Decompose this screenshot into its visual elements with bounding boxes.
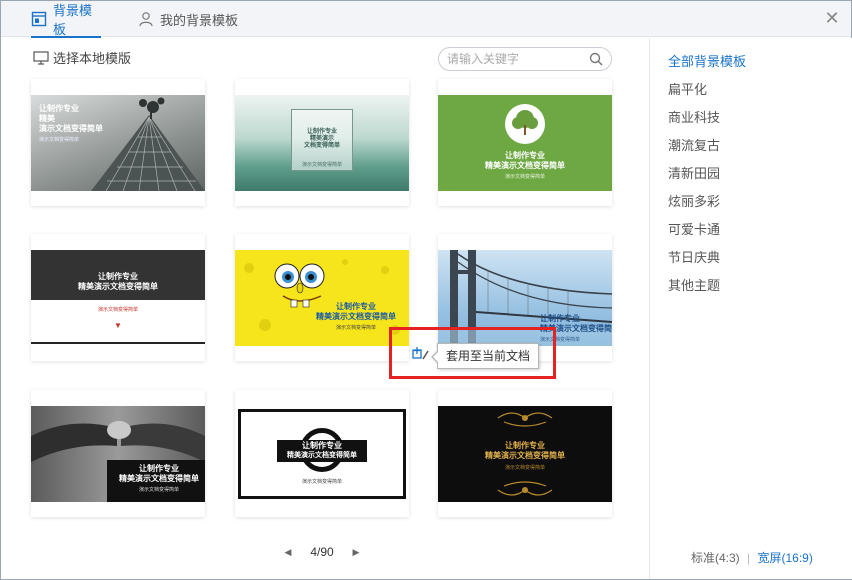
- template-thumbnail: 让制作专业 精美演示文档变得简单 演示文档变得简单: [438, 95, 612, 191]
- template-thumbnail: 让制作专业 精美演示文档变得简单 演示文档变得简单: [438, 406, 612, 502]
- template-title: 精美演示: [309, 136, 335, 142]
- template-subtitle: 演示文档变得简单: [39, 137, 80, 143]
- tab-background-templates[interactable]: 背景模板: [31, 1, 101, 38]
- tab-label: 我的背景模板: [160, 12, 239, 28]
- search-input[interactable]: [447, 52, 589, 66]
- template-title: 让制作专业: [336, 302, 376, 311]
- tab-my-templates[interactable]: 我的背景模板: [138, 1, 238, 37]
- template-title: 让制作专业: [540, 314, 580, 323]
- template-subtitle: 演示文档变得简单: [301, 479, 343, 485]
- template-title: 文档变得简单: [303, 143, 341, 149]
- apply-template-icon[interactable]: [411, 345, 431, 363]
- template-title: 精美演示文档变得简单: [485, 451, 565, 460]
- template-thumbnail: 让制作专业 精美演示文档变得简单 演示文档变得简单: [235, 406, 409, 502]
- template-title: 精美: [39, 114, 55, 123]
- template-card[interactable]: 让制作专业 精美 演示文档变得简单 演示文档变得简单: [31, 79, 205, 206]
- template-thumbnail: 让制作专业 精美演示文档变得简单 演示文档变得简单: [31, 406, 205, 502]
- chevron-down-icon: ▼: [114, 321, 122, 330]
- template-title: 让制作专业: [505, 441, 545, 450]
- template-card[interactable]: 让制作专业 精美演示文档变得简单 演示文档变得简单: [235, 234, 409, 361]
- select-local-template-label: 选择本地模版: [53, 51, 132, 66]
- select-local-template-button[interactable]: 选择本地模版: [33, 48, 131, 67]
- pagination: ◀ 4/90 ▶: [281, 545, 363, 559]
- template-title: 让制作专业: [139, 464, 179, 473]
- template-thumbnail: 让制作专业 精美演示文档变得简单 演示文档变得简单: [235, 250, 409, 346]
- template-title: 让制作专业: [505, 151, 545, 160]
- title-bar: 背景模板 我的背景模板 ✕: [1, 1, 851, 38]
- template-title: 精美演示文档变得简单: [485, 161, 565, 170]
- template-subtitle: 演示文档变得简单: [335, 325, 377, 331]
- template-title: 让制作专业: [302, 441, 342, 450]
- template-title: 演示文档变得简单: [39, 124, 103, 133]
- category-cartoon[interactable]: 可爱卡通: [668, 219, 720, 238]
- template-card[interactable]: 让制作专业 精美演示文档变得简单 演示文档变得简单: [31, 390, 205, 517]
- aspect-ratio-switch: 标准(4:3) | 宽屏(16:9): [691, 549, 813, 566]
- prev-page-button[interactable]: ◀: [281, 547, 295, 558]
- template-thumbnail: 让制作专业 精美演示 文档变得简单 演示文档变得简单: [235, 95, 409, 191]
- template-card[interactable]: 让制作专业 精美演示文档变得简单 演示文档变得简单: [438, 79, 612, 206]
- template-subtitle: 演示文档变得简单: [504, 174, 546, 180]
- background-template-dialog: 背景模板 我的背景模板 ✕ 选择本地模版 请输入关键字 让制作专业 精美 演示文…: [0, 0, 852, 580]
- template-subtitle: 演示文档变得简单: [504, 465, 546, 471]
- template-panel: 选择本地模版 让制作专业: [1, 38, 649, 579]
- template-card[interactable]: 让制作专业 精美演示文档变得简单 演示文档变得简单 ▼: [31, 234, 205, 361]
- category-sidebar: 全部背景模板 扁平化 商业科技 潮流复古 清新田园 炫丽多彩 可爱卡通 节日庆典…: [649, 38, 852, 579]
- ratio-standard-option[interactable]: 标准(4:3): [691, 551, 740, 565]
- template-title: 让制作专业: [306, 129, 338, 135]
- category-festival[interactable]: 节日庆典: [668, 247, 720, 266]
- category-flat[interactable]: 扁平化: [668, 79, 707, 98]
- tab-label: 背景模板: [53, 3, 93, 37]
- template-icon: [31, 11, 47, 27]
- category-retro[interactable]: 潮流复古: [668, 135, 720, 154]
- search-icon[interactable]: [589, 52, 603, 66]
- page-indicator: 4/90: [310, 545, 334, 559]
- template-subtitle: 演示文档变得简单: [97, 307, 139, 313]
- category-colorful[interactable]: 炫丽多彩: [668, 191, 720, 210]
- template-title: 精美演示文档变得简单: [316, 312, 396, 321]
- template-title: 精美演示文档变得简单: [119, 474, 199, 483]
- search-box: [438, 47, 612, 71]
- apply-tooltip: 套用至当前文档: [430, 343, 540, 369]
- close-icon[interactable]: ✕: [821, 7, 843, 29]
- category-business-tech[interactable]: 商业科技: [668, 107, 720, 126]
- template-title: 精美演示文档变得简单: [287, 452, 357, 459]
- next-page-button[interactable]: ▶: [349, 547, 363, 558]
- template-title: 精美演示文档变得简单: [78, 282, 158, 291]
- monitor-icon: [33, 50, 49, 65]
- template-title: 让制作专业: [98, 272, 138, 281]
- category-all[interactable]: 全部背景模板: [668, 51, 746, 70]
- template-subtitle: 演示文档变得简单: [301, 162, 343, 168]
- category-pastoral[interactable]: 清新田园: [668, 163, 720, 182]
- ratio-wide-option[interactable]: 宽屏(16:9): [758, 551, 813, 565]
- ratio-separator: |: [747, 551, 751, 565]
- user-icon: [138, 11, 154, 27]
- template-title: 让制作专业: [39, 104, 79, 113]
- template-thumbnail: 让制作专业 精美演示文档变得简单 演示文档变得简单 ▼: [31, 250, 205, 346]
- template-card[interactable]: 让制作专业 精美演示 文档变得简单 演示文档变得简单: [235, 79, 409, 206]
- template-card[interactable]: 让制作专业 精美演示文档变得简单 演示文档变得简单: [235, 390, 409, 517]
- template-subtitle: 演示文档变得简单: [138, 487, 180, 493]
- category-other[interactable]: 其他主题: [668, 275, 720, 294]
- template-card[interactable]: 让制作专业 精美演示文档变得简单 演示文档变得简单: [438, 390, 612, 517]
- template-thumbnail: 让制作专业 精美 演示文档变得简单 演示文档变得简单: [31, 95, 205, 191]
